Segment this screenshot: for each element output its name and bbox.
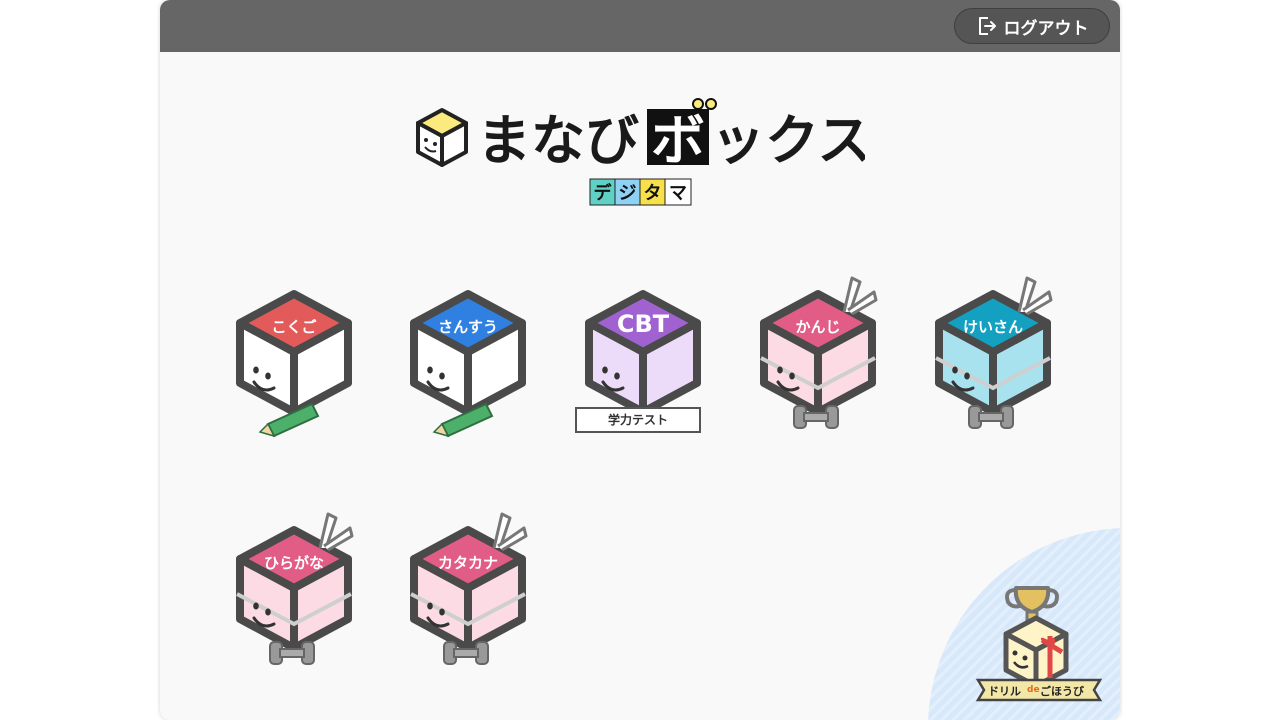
reward-corner[interactable]: ドリル de ごほうび [928,528,1120,720]
cbt-sign: 学力テスト [575,407,701,433]
subject-tile-6[interactable]: ひらがな [232,512,372,686]
logo-title-hiragana: まなび [477,109,639,172]
manabi-box-logo: まなび ボ ックス デ ジ タ マ [415,95,871,214]
logo-subtitle-char-4: マ [669,183,687,204]
logo-title-katakana-bo: ボ [651,109,705,172]
ribbon-icon [1017,276,1053,316]
reward-banner-suffix: ごほうび [1040,684,1085,698]
logo-title-katakana: ックス [711,109,865,172]
app-frame: ログアウト まなび ボ ックス デ ジ タ マ こくご さんすう CBT 学力テ… [160,0,1120,720]
reward-banner: ドリル de ごほうび [975,678,1103,702]
subject-tile-4[interactable]: かんじ [756,276,896,450]
logo-subtitle: デ ジ タ マ [589,178,692,206]
subject-tile-2[interactable]: さんすう [406,290,546,450]
subject-tile-5[interactable]: けいさん [931,276,1071,450]
logout-button[interactable]: ログアウト [954,8,1110,44]
subject-label: カタカナ [437,554,498,572]
subject-label: さんすう [438,318,498,336]
subject-tile-7[interactable]: カタカナ [406,512,546,686]
subject-label: ひらがな [263,554,324,572]
logo-subtitle-char-1: デ [594,182,613,204]
reward-cube-icon [1003,615,1069,689]
logout-label: ログアウト [1003,18,1089,39]
subject-label: CBT [616,310,670,338]
subject-label: こくご [271,318,317,336]
top-bar: ログアウト [160,0,1120,52]
logo-subtitle-char-2: ジ [619,183,637,204]
logo-subtitle-char-3: タ [644,183,662,204]
subject-tile-3[interactable]: CBT 学力テスト [575,290,721,450]
logout-icon [978,17,996,35]
logo-cube-icon [416,108,468,167]
subject-tile-1[interactable]: こくご [232,290,372,450]
ribbon-icon [842,276,878,316]
subject-label: けいさん [962,318,1023,336]
ribbon-icon [318,512,354,552]
subject-label: かんじ [795,318,841,336]
ribbon-icon [492,512,528,552]
reward-banner-de: de [1027,685,1040,695]
reward-banner-prefix: ドリル [988,685,1021,698]
